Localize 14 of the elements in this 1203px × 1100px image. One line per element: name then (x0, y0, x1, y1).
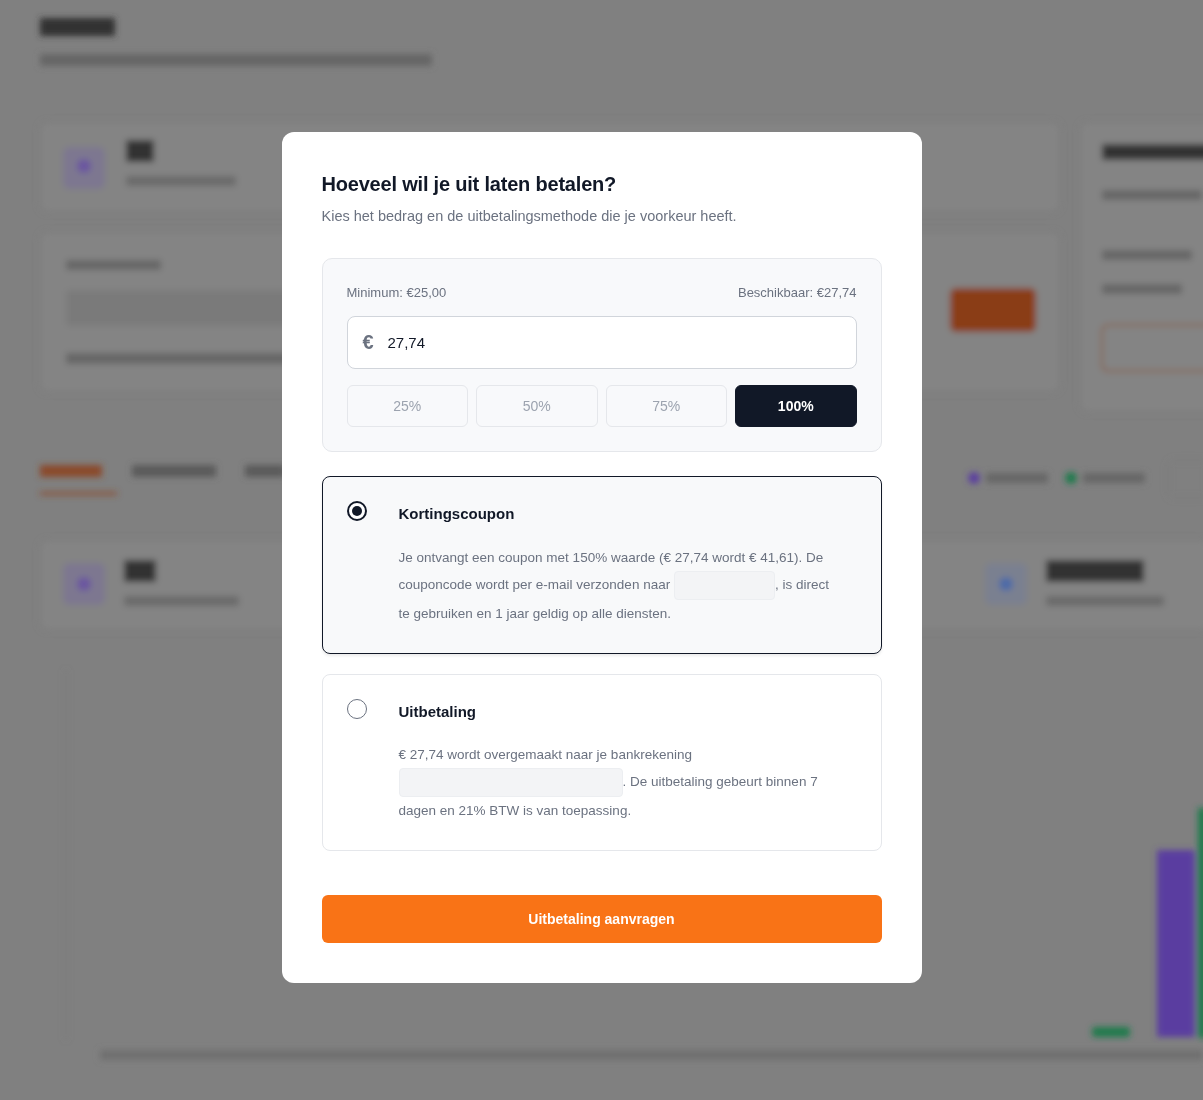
percentage-button[interactable]: 100% (735, 385, 857, 428)
radio-button[interactable] (346, 698, 367, 719)
dialog-subtitle: Kies het bedrag en de uitbetalingsmethode die je voorkeur heeft. (321, 207, 738, 226)
method-description: Je ontvangt een coupon met 150% waarde (€ 27,74 wordt € 41,61). De couponcode wordt per e-mail verzonden naar , is direct te gebruiken en 1 jaar geldig op alle diensten. (398, 548, 830, 623)
available-label: Beschikbaar: €27,74 (737, 283, 857, 302)
dialog-title: Hoeveel wil je uit laten betalen? (321, 172, 618, 196)
method-title: Uitbetaling (398, 701, 477, 722)
method-title: Kortingscoupon (398, 504, 516, 525)
radio-button[interactable] (346, 501, 367, 522)
method-description: € 27,74 wordt overgemaakt naar je bankrekening . De uitbetaling gebeurt binnen 7 dagen en 21% BTW is van toepassing. (398, 746, 819, 821)
minimum-label: Minimum: €25,00 (346, 283, 447, 302)
method-option[interactable]: Uitbetaling € 27,74 wordt overgemaakt naar je bankrekening . De uitbetaling gebeurt binnen 7 dagen en 21% BTW is van toepassing. (321, 673, 882, 852)
method-option[interactable]: Kortingscoupon Je ontvangt een coupon met 150% waarde (€ 27,74 wordt € 41,61). De couponcode wordt per e-mail verzonden naar , is direct te gebruiken en 1 jaar geldig op alle diensten. (321, 476, 882, 654)
currency-symbol: € (362, 330, 374, 356)
